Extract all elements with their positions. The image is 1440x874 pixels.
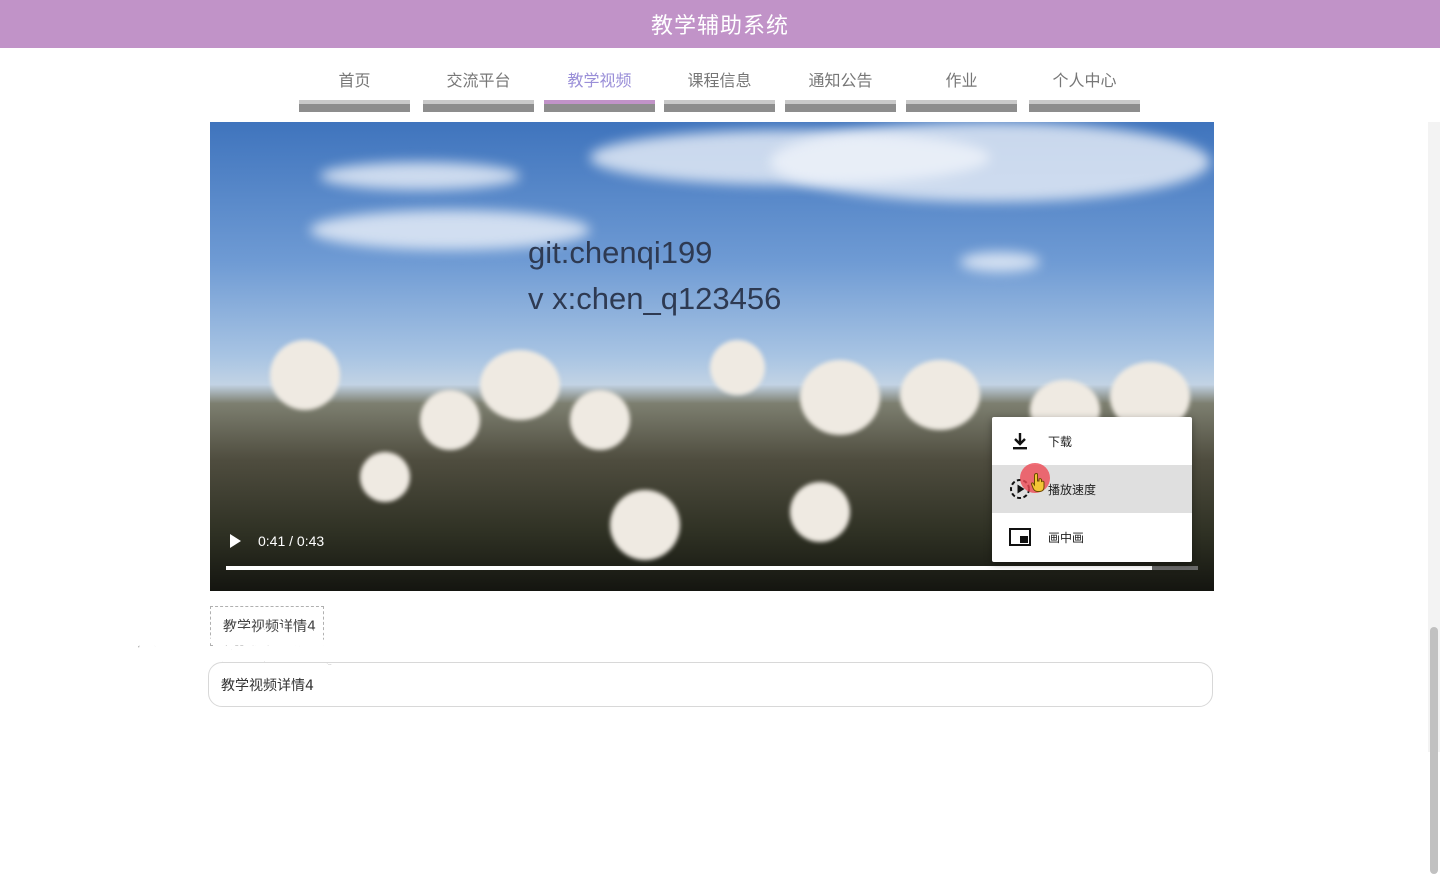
nav-item-underline [906,100,1017,112]
video-context-menu: 下载 播放速度 画中画 [992,417,1192,562]
cotton-flower [420,390,480,450]
nav-item-label: 作业 [945,71,978,90]
cotton-flower [360,452,410,502]
cloud [770,122,1210,202]
app-title: 教学辅助系统 [650,14,789,39]
video-detail: 教学视频详情4 [208,662,1213,707]
nav-item-label: 首页 [338,71,371,90]
nav-item-underline [299,100,410,112]
cloud [320,162,520,190]
hand-cursor-icon [1030,473,1045,492]
play-icon[interactable] [228,532,242,550]
cotton-flower [800,360,880,435]
menu-item-picture-in-picture[interactable]: 画中画 [992,513,1192,561]
progress-bar[interactable] [226,566,1198,570]
scrollbar-thumb[interactable] [1430,627,1438,874]
menu-item-playback-speed[interactable]: 播放速度 [992,463,1192,513]
progress-fill [226,566,1153,570]
page-scrollbar[interactable] [1428,122,1440,874]
menu-item-label: 下载 [1048,434,1073,449]
nav-item-notices[interactable]: 通知公告 [785,62,896,112]
nav-item-courses[interactable]: 课程信息 [664,62,775,112]
nav-item-profile[interactable]: 个人中心 [1029,62,1140,112]
cloud [960,252,1040,272]
nav-item-label: 个人中心 [1052,71,1117,90]
nav-item-videos[interactable]: 教学视频 [544,62,655,112]
menu-item-download[interactable]: 下载 [992,417,1192,465]
menu-item-label: 播放速度 [1048,482,1097,497]
nav-item-underline [544,100,655,112]
video-watermark-line: git:chenqi199 [528,235,713,270]
video-watermark-line: v x:chen_q123456 [528,281,782,316]
nav-item-label: 课程信息 [687,71,752,90]
cotton-flower [790,482,850,542]
nav-item-home[interactable]: 首页 [299,62,410,112]
cotton-flower [900,360,980,430]
nav-item-underline [664,100,775,112]
nav-item-homework[interactable]: 作业 [906,62,1017,112]
time-display: 0:41 / 0:43 [258,533,325,549]
nav-item-underline [423,100,534,112]
cotton-flower [570,390,630,450]
cotton-flower [270,340,340,410]
picture-in-picture-icon [992,528,1048,546]
download-icon [992,432,1048,450]
menu-item-label: 画中画 [1048,530,1085,545]
nav-item-underline [785,100,896,112]
nav-item-label: 交流平台 [446,71,511,90]
nav-item-underline [1029,100,1140,112]
cotton-flower [480,350,560,420]
cotton-flower [710,340,765,395]
cotton-flower [610,490,680,560]
nav-item-label: 通知公告 [808,71,873,90]
nav-item-label: 教学视频 [567,71,632,90]
nav-item-forum[interactable]: 交流平台 [423,62,534,112]
header-bar: 教学辅助系统 [0,0,1440,48]
